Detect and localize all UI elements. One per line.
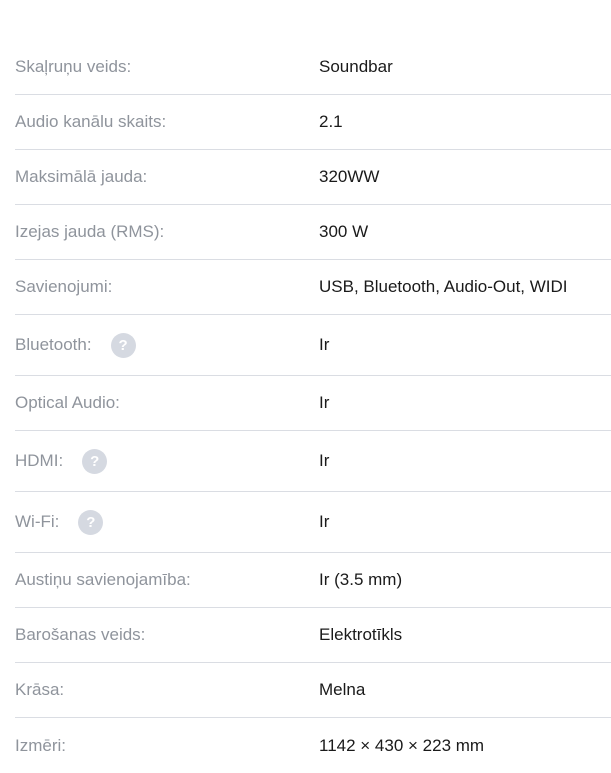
spec-label-cell: Izmēri: (15, 736, 319, 756)
spec-value: 2.1 (319, 112, 343, 131)
spec-label-cell: Maksimālā jauda: (15, 167, 319, 187)
spec-value: USB, Bluetooth, Audio-Out, WIDI (319, 277, 568, 296)
spec-label-cell: Skaļruņu veids: (15, 57, 319, 77)
spec-label: Audio kanālu skaits: (15, 112, 167, 131)
spec-value: 300 W (319, 222, 369, 241)
help-icon[interactable]: ? (78, 509, 104, 535)
help-icon[interactable]: ? (110, 332, 136, 358)
spec-row-connections: Savienojumi: USB, Bluetooth, Audio-Out, … (15, 260, 611, 315)
spec-label-cell: Bluetooth: ? (15, 332, 319, 358)
spec-label-cell: Austiņu savienojamība: (15, 570, 319, 590)
spec-row-rms-power: Izejas jauda (RMS): 300 W (15, 205, 611, 260)
spec-label: Savienojumi: (15, 277, 113, 296)
spec-label-cell: Wi-Fi: ? (15, 509, 319, 535)
spec-label-cell: Barošanas veids: (15, 625, 319, 645)
spec-label: Maksimālā jauda: (15, 167, 148, 186)
spec-value: Ir (319, 335, 330, 354)
spec-row-hdmi: HDMI: ? Ir (15, 431, 611, 492)
spec-row-power-type: Barošanas veids: Elektrotīkls (15, 608, 611, 663)
spec-row-color: Krāsa: Melna (15, 663, 611, 718)
spec-label-cell: HDMI: ? (15, 448, 319, 474)
spec-value: Melna (319, 680, 366, 699)
spec-label: Izejas jauda (RMS): (15, 222, 165, 241)
spec-value: 320WW (319, 167, 380, 186)
spec-label: HDMI: (15, 451, 64, 470)
spec-row-dimensions: Izmēri: 1142 × 430 × 223 mm (15, 718, 611, 773)
spec-row-headphone-connectivity: Austiņu savienojamība: Ir (3.5 mm) (15, 553, 611, 608)
spec-label-cell: Krāsa: (15, 680, 319, 700)
spec-row-bluetooth: Bluetooth: ? Ir (15, 315, 611, 376)
spec-value: Ir (319, 393, 330, 412)
spec-row-max-power: Maksimālā jauda: 320WW (15, 150, 611, 205)
spec-label-cell: Izejas jauda (RMS): (15, 222, 319, 242)
spec-label-cell: Audio kanālu skaits: (15, 112, 319, 132)
spec-value: 1142 × 430 × 223 mm (319, 735, 485, 755)
spec-label-cell: Savienojumi: (15, 277, 319, 297)
spec-label: Optical Audio: (15, 393, 120, 412)
spec-label: Austiņu savienojamība: (15, 570, 191, 589)
spec-row-wifi: Wi-Fi: ? Ir (15, 492, 611, 553)
spec-label: Wi-Fi: (15, 512, 60, 531)
spec-value: Elektrotīkls (319, 625, 403, 644)
spec-row-optical-audio: Optical Audio: Ir (15, 376, 611, 431)
spec-row-speaker-type: Skaļruņu veids: Soundbar (15, 40, 611, 95)
spec-label: Izmēri: (15, 735, 66, 755)
spec-value: Ir (3.5 mm) (319, 570, 403, 589)
spec-label: Barošanas veids: (15, 625, 146, 644)
spec-value: Ir (319, 512, 330, 531)
specifications-table: Skaļruņu veids: Soundbar Audio kanālu sk… (15, 40, 611, 773)
spec-value: Soundbar (319, 57, 393, 76)
spec-row-audio-channels: Audio kanālu skaits: 2.1 (15, 95, 611, 150)
spec-label-cell: Optical Audio: (15, 393, 319, 413)
spec-value: Ir (319, 451, 330, 470)
spec-label: Bluetooth: (15, 335, 92, 354)
spec-label: Skaļruņu veids: (15, 57, 132, 76)
help-icon[interactable]: ? (82, 448, 108, 474)
spec-label: Krāsa: (15, 680, 65, 699)
